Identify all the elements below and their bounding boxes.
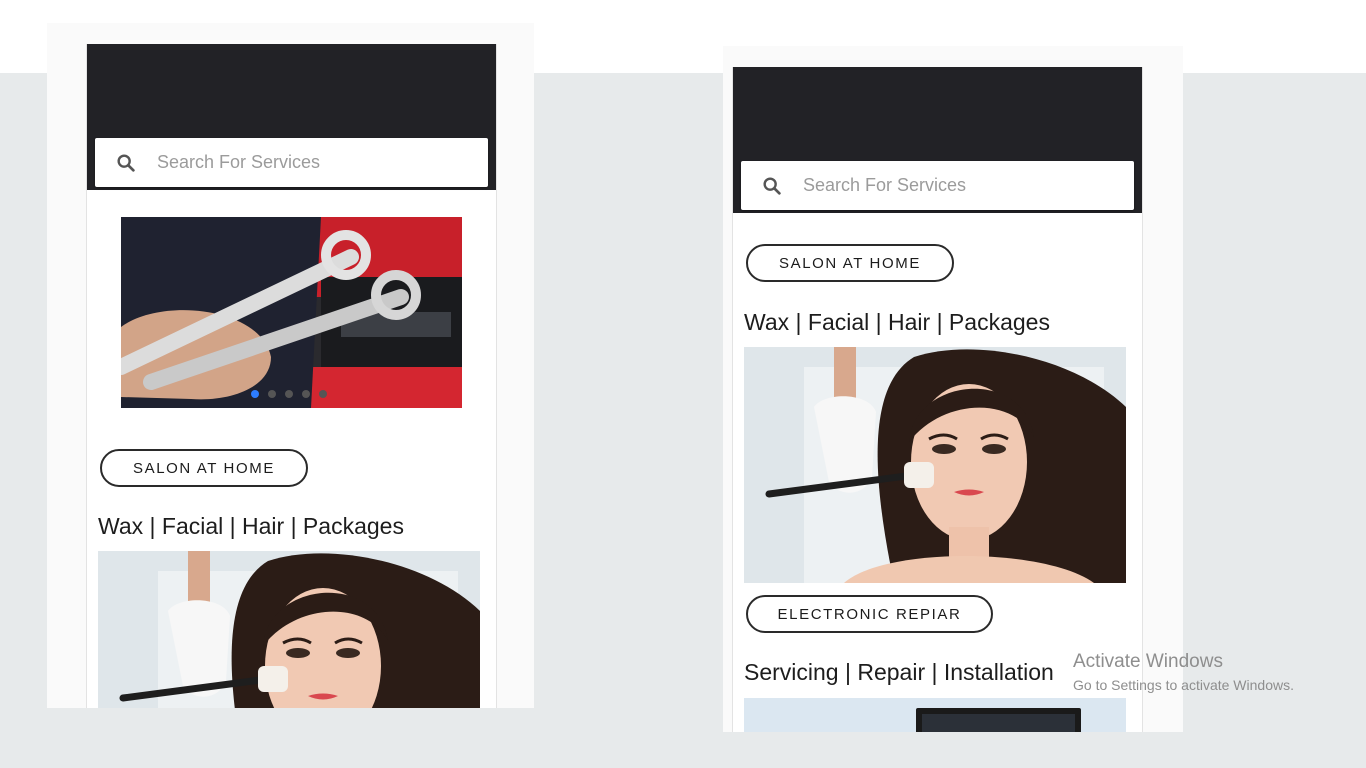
search-icon bbox=[117, 154, 135, 172]
search-bar[interactable] bbox=[95, 138, 488, 187]
salon-image[interactable] bbox=[98, 551, 480, 708]
salon-image[interactable] bbox=[744, 347, 1126, 583]
television-image bbox=[744, 698, 1126, 732]
watermark-title: Activate Windows bbox=[1073, 651, 1223, 672]
woman-facial-image bbox=[98, 551, 480, 708]
woman-facial-image bbox=[744, 347, 1126, 583]
carousel-dots bbox=[251, 390, 327, 398]
salon-subtitle: Wax | Facial | Hair | Packages bbox=[98, 513, 404, 539]
carousel-image[interactable] bbox=[121, 217, 462, 408]
left-phone-screen: SALON AT HOME Wax | Facial | Hair | Pack… bbox=[86, 44, 497, 708]
carousel-dot[interactable] bbox=[302, 390, 310, 398]
electronic-subtitle: Servicing | Repair | Installation bbox=[744, 659, 1054, 685]
mechanic-wrench-image bbox=[121, 217, 462, 408]
carousel-dot[interactable] bbox=[319, 390, 327, 398]
activate-windows-watermark: Activate Windows Go to Settings to activ… bbox=[1073, 651, 1294, 693]
left-screen-card: SALON AT HOME Wax | Facial | Hair | Pack… bbox=[47, 23, 534, 708]
carousel-dot[interactable] bbox=[251, 390, 259, 398]
carousel-dot[interactable] bbox=[285, 390, 293, 398]
search-bar[interactable] bbox=[741, 161, 1134, 210]
salon-at-home-button[interactable]: SALON AT HOME bbox=[100, 449, 308, 487]
right-screen-card: SALON AT HOME Wax | Facial | Hair | Pack… bbox=[723, 46, 1183, 732]
search-input[interactable] bbox=[803, 161, 1103, 210]
right-phone-screen: SALON AT HOME Wax | Facial | Hair | Pack… bbox=[732, 67, 1143, 732]
electronic-repair-button[interactable]: ELECTRONIC REPIAR bbox=[746, 595, 993, 633]
search-icon bbox=[763, 177, 781, 195]
salon-at-home-button[interactable]: SALON AT HOME bbox=[746, 244, 954, 282]
search-input[interactable] bbox=[157, 138, 457, 187]
carousel-dot[interactable] bbox=[268, 390, 276, 398]
watermark-subtitle: Go to Settings to activate Windows. bbox=[1073, 677, 1294, 693]
salon-subtitle: Wax | Facial | Hair | Packages bbox=[744, 309, 1050, 335]
electronic-image[interactable] bbox=[744, 698, 1126, 732]
